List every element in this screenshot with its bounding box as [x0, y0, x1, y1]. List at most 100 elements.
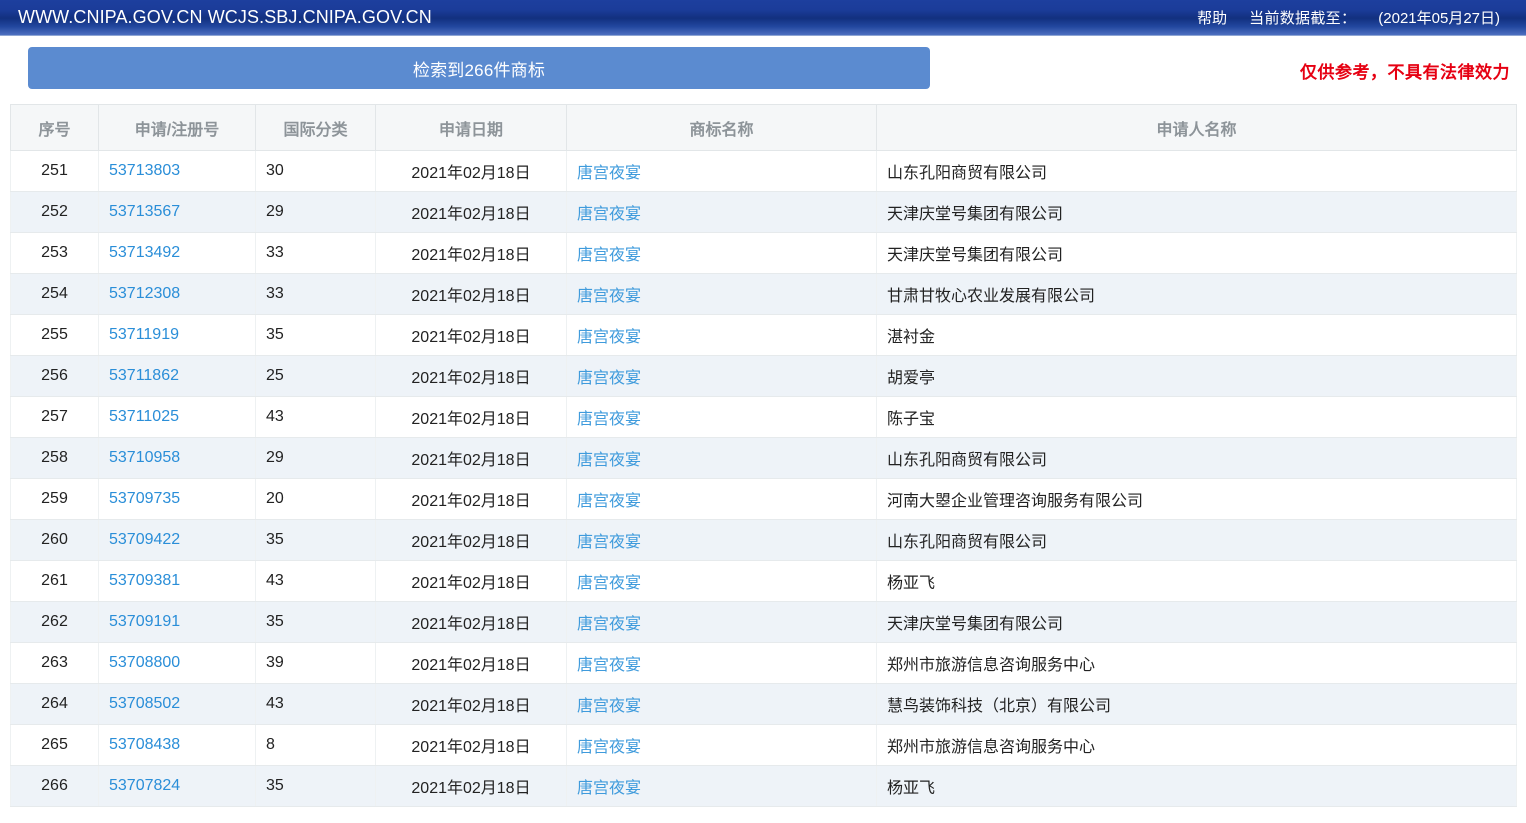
cell-international-class: 29: [256, 438, 376, 479]
trademark-name-link[interactable]: 唐宫夜宴: [577, 698, 641, 715]
cell-seq: 257: [11, 397, 99, 438]
cell-trademark-name[interactable]: 唐宫夜宴: [567, 561, 877, 602]
trademark-name-link[interactable]: 唐宫夜宴: [577, 616, 641, 633]
application-number-link[interactable]: 53708438: [109, 736, 180, 753]
column-header-class[interactable]: 国际分类: [256, 105, 376, 151]
table-body: 25153713803302021年02月18日唐宫夜宴山东孔阳商贸有限公司25…: [11, 151, 1517, 807]
cell-application-number[interactable]: 53709735: [99, 479, 256, 520]
cell-application-number[interactable]: 53709422: [99, 520, 256, 561]
application-number-link[interactable]: 53711862: [109, 367, 179, 384]
cell-application-date: 2021年02月18日: [376, 725, 567, 766]
cell-application-number[interactable]: 53711862: [99, 356, 256, 397]
cell-international-class: 43: [256, 397, 376, 438]
application-number-link[interactable]: 53711025: [109, 408, 179, 425]
trademark-name-link[interactable]: 唐宫夜宴: [577, 493, 641, 510]
application-number-link[interactable]: 53709422: [109, 531, 180, 548]
cell-seq: 261: [11, 561, 99, 602]
cell-trademark-name[interactable]: 唐宫夜宴: [567, 356, 877, 397]
cell-trademark-name[interactable]: 唐宫夜宴: [567, 684, 877, 725]
cell-applicant-name: 郑州市旅游信息咨询服务中心: [877, 643, 1517, 684]
header-right-group: 帮助 当前数据截至： (2021年05月27日): [1197, 7, 1512, 28]
cell-international-class: 43: [256, 561, 376, 602]
application-number-link[interactable]: 53707824: [109, 777, 180, 794]
cell-trademark-name[interactable]: 唐宫夜宴: [567, 233, 877, 274]
cell-international-class: 30: [256, 151, 376, 192]
table-row: 25553711919352021年02月18日唐宫夜宴湛衬金: [11, 315, 1517, 356]
cell-application-number[interactable]: 53708502: [99, 684, 256, 725]
cell-application-number[interactable]: 53713567: [99, 192, 256, 233]
cell-applicant-name: 天津庆堂号集团有限公司: [877, 233, 1517, 274]
cell-trademark-name[interactable]: 唐宫夜宴: [567, 192, 877, 233]
column-header-seq[interactable]: 序号: [11, 105, 99, 151]
column-header-appno[interactable]: 申请/注册号: [99, 105, 256, 151]
application-number-link[interactable]: 53713567: [109, 203, 180, 220]
help-link[interactable]: 帮助: [1197, 7, 1227, 28]
trademark-name-link[interactable]: 唐宫夜宴: [577, 370, 641, 387]
cell-application-number[interactable]: 53713803: [99, 151, 256, 192]
cell-international-class: 33: [256, 233, 376, 274]
cell-application-date: 2021年02月18日: [376, 192, 567, 233]
trademark-name-link[interactable]: 唐宫夜宴: [577, 165, 641, 182]
cell-seq: 263: [11, 643, 99, 684]
cell-application-number[interactable]: 53708800: [99, 643, 256, 684]
table-row: 25653711862252021年02月18日唐宫夜宴胡爱亭: [11, 356, 1517, 397]
cell-application-date: 2021年02月18日: [376, 397, 567, 438]
cell-application-number[interactable]: 53709191: [99, 602, 256, 643]
cell-trademark-name[interactable]: 唐宫夜宴: [567, 397, 877, 438]
cell-application-number[interactable]: 53713492: [99, 233, 256, 274]
application-number-link[interactable]: 53708800: [109, 654, 180, 671]
cell-trademark-name[interactable]: 唐宫夜宴: [567, 602, 877, 643]
cell-application-number[interactable]: 53710958: [99, 438, 256, 479]
application-number-link[interactable]: 53713803: [109, 162, 180, 179]
trademark-name-link[interactable]: 唐宫夜宴: [577, 575, 641, 592]
trademark-name-link[interactable]: 唐宫夜宴: [577, 206, 641, 223]
cell-application-number[interactable]: 53709381: [99, 561, 256, 602]
results-table-container: 序号 申请/注册号 国际分类 申请日期 商标名称 申请人名称 251537138…: [0, 104, 1526, 807]
cell-international-class: 33: [256, 274, 376, 315]
trademark-name-link[interactable]: 唐宫夜宴: [577, 534, 641, 551]
trademark-name-link[interactable]: 唐宫夜宴: [577, 329, 641, 346]
data-as-of-label: 当前数据截至：: [1249, 7, 1356, 28]
application-number-link[interactable]: 53711919: [109, 326, 179, 343]
application-number-link[interactable]: 53709191: [109, 613, 180, 630]
cell-international-class: 39: [256, 643, 376, 684]
table-row: 26653707824352021年02月18日唐宫夜宴杨亚飞: [11, 766, 1517, 807]
cell-applicant-name: 天津庆堂号集团有限公司: [877, 192, 1517, 233]
trademark-name-link[interactable]: 唐宫夜宴: [577, 452, 641, 469]
table-row: 26353708800392021年02月18日唐宫夜宴郑州市旅游信息咨询服务中…: [11, 643, 1517, 684]
cell-application-number[interactable]: 53707824: [99, 766, 256, 807]
cell-application-number[interactable]: 53711025: [99, 397, 256, 438]
cell-trademark-name[interactable]: 唐宫夜宴: [567, 766, 877, 807]
cell-application-date: 2021年02月18日: [376, 520, 567, 561]
cell-application-number[interactable]: 53711919: [99, 315, 256, 356]
column-header-date[interactable]: 申请日期: [376, 105, 567, 151]
column-header-applicant[interactable]: 申请人名称: [877, 105, 1517, 151]
trademark-name-link[interactable]: 唐宫夜宴: [577, 739, 641, 756]
cell-application-number[interactable]: 53712308: [99, 274, 256, 315]
cell-trademark-name[interactable]: 唐宫夜宴: [567, 315, 877, 356]
trademark-name-link[interactable]: 唐宫夜宴: [577, 288, 641, 305]
cell-international-class: 20: [256, 479, 376, 520]
site-domain-label: WWW.CNIPA.GOV.CN WCJS.SBJ.CNIPA.GOV.CN: [18, 7, 432, 28]
result-count-banner: 检索到266件商标: [28, 47, 930, 89]
cell-trademark-name[interactable]: 唐宫夜宴: [567, 725, 877, 766]
trademark-name-link[interactable]: 唐宫夜宴: [577, 411, 641, 428]
cell-trademark-name[interactable]: 唐宫夜宴: [567, 520, 877, 561]
application-number-link[interactable]: 53710958: [109, 449, 180, 466]
cell-seq: 266: [11, 766, 99, 807]
cell-trademark-name[interactable]: 唐宫夜宴: [567, 479, 877, 520]
application-number-link[interactable]: 53708502: [109, 695, 180, 712]
cell-application-number[interactable]: 53708438: [99, 725, 256, 766]
application-number-link[interactable]: 53712308: [109, 285, 180, 302]
column-header-mark[interactable]: 商标名称: [567, 105, 877, 151]
trademark-name-link[interactable]: 唐宫夜宴: [577, 657, 641, 674]
trademark-name-link[interactable]: 唐宫夜宴: [577, 780, 641, 797]
cell-trademark-name[interactable]: 唐宫夜宴: [567, 438, 877, 479]
cell-trademark-name[interactable]: 唐宫夜宴: [567, 643, 877, 684]
application-number-link[interactable]: 53709735: [109, 490, 180, 507]
application-number-link[interactable]: 53713492: [109, 244, 180, 261]
trademark-name-link[interactable]: 唐宫夜宴: [577, 247, 641, 264]
cell-trademark-name[interactable]: 唐宫夜宴: [567, 151, 877, 192]
cell-trademark-name[interactable]: 唐宫夜宴: [567, 274, 877, 315]
application-number-link[interactable]: 53709381: [109, 572, 180, 589]
